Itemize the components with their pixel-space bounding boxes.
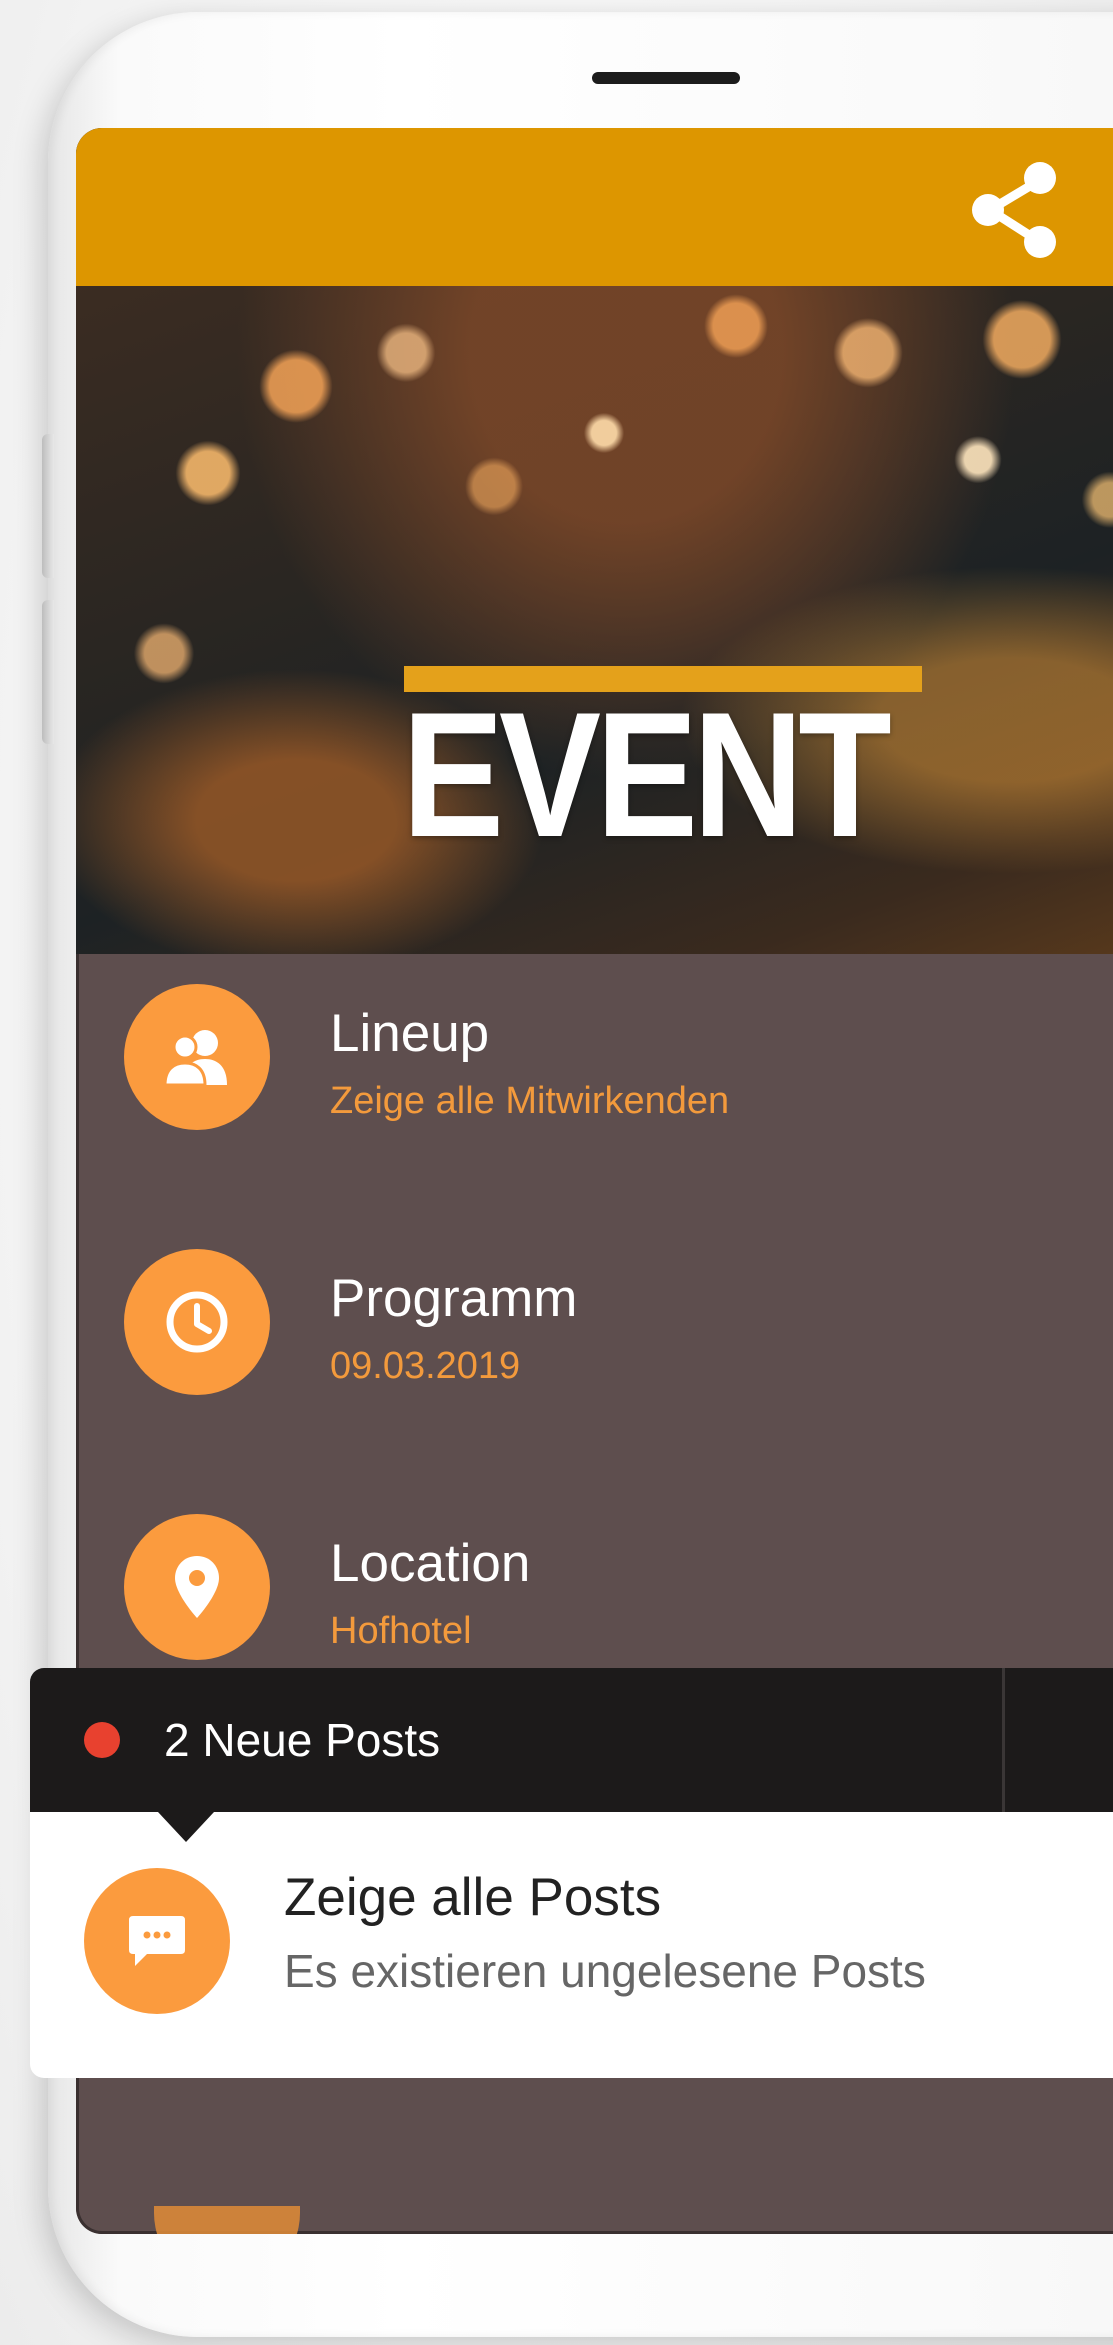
location-pin-icon (175, 1556, 219, 1618)
header-divider (1002, 1668, 1005, 1812)
new-posts-count: 2 Neue Posts (164, 1714, 441, 1766)
clock-icon (166, 1291, 228, 1353)
menu-item-subtitle: Zeige alle Mitwirkenden (330, 1080, 730, 1122)
new-posts-notification[interactable]: 2 Neue Posts Zeige alle Posts Es existie… (30, 1668, 1113, 2078)
popover-pointer (158, 1812, 214, 1842)
chat-bubble-icon (129, 1916, 185, 1966)
event-title: EVENT (402, 675, 892, 874)
app-bar (76, 128, 1113, 286)
menu-item-subtitle: 09.03.2019 (330, 1345, 521, 1387)
partially-hidden-icon (154, 2206, 300, 2234)
menu-item-lineup[interactable]: Lineup Zeige alle Mitwirkenden (76, 954, 1113, 1154)
posts-subtitle: Es existieren ungelesene Posts (284, 1945, 926, 1997)
icon-circle (124, 1249, 270, 1395)
show-all-posts-card[interactable]: Zeige alle Posts Es existieren ungelesen… (30, 1812, 1113, 2078)
icon-circle (124, 984, 270, 1130)
menu-item-location[interactable]: Location Hofhotel (76, 1484, 1113, 1684)
device-mockup: EVENT Lineup Zeige alle Mitwirkenden Pro… (0, 0, 1113, 2345)
posts-title: Zeige alle Posts (284, 1868, 662, 1927)
posts-header: 2 Neue Posts (30, 1668, 1113, 1812)
volume-down-button (42, 600, 54, 744)
menu-item-title: Location (330, 1534, 531, 1593)
icon-circle (124, 1514, 270, 1660)
unread-dot-icon (84, 1722, 120, 1758)
volume-up-button (42, 434, 54, 578)
menu-item-title: Lineup (330, 1004, 490, 1063)
event-hero-image: EVENT (76, 286, 1113, 954)
icon-circle (84, 1868, 230, 2014)
menu-item-title: Programm (330, 1269, 578, 1328)
share-button[interactable] (954, 150, 1074, 270)
earpiece-speaker (592, 72, 740, 84)
group-icon (163, 1030, 227, 1087)
menu-item-programm[interactable]: Programm 09.03.2019 (76, 1219, 1113, 1419)
share-icon (972, 162, 1056, 258)
menu-item-subtitle: Hofhotel (330, 1610, 472, 1652)
